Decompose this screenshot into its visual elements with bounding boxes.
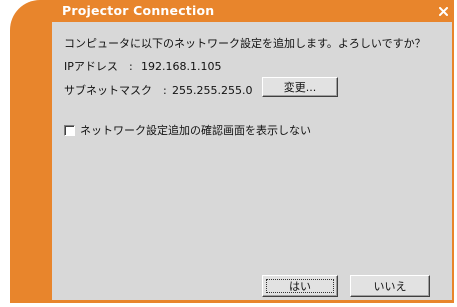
- close-button[interactable]: [434, 2, 452, 20]
- hide-confirmation-label[interactable]: ネットワーク設定追加の確認画面を表示しない: [80, 124, 311, 137]
- change-button-label: 変更...: [283, 81, 317, 94]
- no-button[interactable]: いいえ: [350, 275, 430, 297]
- subnet-mask-separator: :: [163, 84, 167, 97]
- yes-button-label: はい: [289, 280, 311, 293]
- title-bar[interactable]: Projector Connection: [52, 2, 452, 20]
- screen: Projector Connection コンピュータに以下のネットワーク設定を…: [0, 0, 457, 307]
- ip-address-separator: :: [129, 60, 133, 73]
- no-button-label: いいえ: [373, 280, 407, 293]
- confirm-message: コンピュータに以下のネットワーク設定を追加します。よろしいですか？: [64, 37, 426, 50]
- subnet-mask-label: サブネットマスク: [64, 84, 152, 97]
- yes-button[interactable]: はい: [262, 275, 338, 297]
- change-button[interactable]: 変更...: [262, 77, 338, 97]
- window-title: Projector Connection: [62, 3, 215, 18]
- close-icon: [438, 6, 448, 16]
- subnet-mask-value: 255.255.255.0: [172, 84, 253, 97]
- ip-address-value: 192.168.1.105: [141, 60, 222, 73]
- ip-address-label: IPアドレス: [64, 60, 118, 73]
- hide-confirmation-checkbox[interactable]: [64, 125, 75, 136]
- dialog-body: コンピュータに以下のネットワーク設定を追加します。よろしいですか？ IPアドレス…: [52, 22, 452, 300]
